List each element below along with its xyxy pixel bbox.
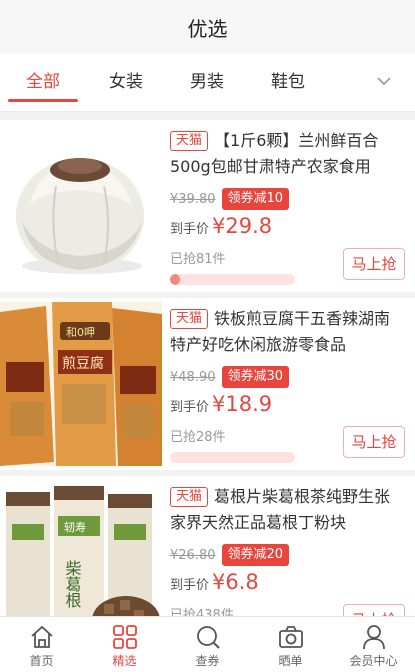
app-header: 优选 — [0, 0, 415, 54]
final-price-label: 到手价 — [170, 400, 210, 415]
sold-count: 已抢28件 — [170, 430, 226, 445]
sold-count: 已抢81件 — [170, 252, 226, 267]
product-image-kudzu-root[interactable]: 轫寿 柴葛根 — [0, 480, 162, 616]
product-card[interactable]: 轫寿 柴葛根 天猫 葛根片柴葛根茶纯野生张家界天然正品葛根丁粉块 ¥26.80 领… — [0, 476, 415, 616]
tab-women[interactable]: 女装 — [91, 54, 161, 112]
nav-featured[interactable]: 精选 — [83, 617, 166, 672]
nav-share-order[interactable]: 晒单 — [249, 617, 332, 672]
tab-shoes-bags[interactable]: 鞋包 — [253, 54, 323, 112]
sales-progress-bar — [170, 274, 295, 285]
nav-member-center[interactable]: 会员中心 — [332, 617, 415, 672]
product-list: 天猫 【1斤6颗】兰州鲜百合500g包邮甘肃特产农家食用 ¥39.80 领券减10… — [0, 120, 415, 616]
product-card[interactable]: 和0呷 煎豆腐 天猫 铁板煎豆腐干五香辣湖南特产好吃休闲旅游零食品 ¥48.90 … — [0, 298, 415, 470]
final-price: ¥29.8 — [212, 214, 273, 238]
nav-label: 查券 — [195, 654, 220, 668]
sold-count: 已抢438件 — [170, 608, 234, 616]
tmall-badge: 天猫 — [170, 131, 209, 151]
buy-now-button[interactable]: 马上抢 — [343, 248, 405, 280]
product-card[interactable]: 天猫 【1斤6颗】兰州鲜百合500g包邮甘肃特产农家食用 ¥39.80 领券减10… — [0, 120, 415, 292]
bottom-nav: 首页 精选 查券 晒单 会员中心 — [0, 616, 415, 672]
coupon-badge[interactable]: 领券减20 — [221, 544, 290, 566]
grid-icon — [112, 625, 137, 649]
nav-coupon-search[interactable]: 查券 — [166, 617, 249, 672]
product-title[interactable]: 天猫 铁板煎豆腐干五香辣湖南特产好吃休闲旅游零食品 — [170, 306, 405, 358]
coupon-badge[interactable]: 领券减10 — [221, 188, 290, 210]
coupon-badge[interactable]: 领券减30 — [221, 366, 290, 388]
product-image-fried-tofu[interactable]: 和0呷 煎豆腐 — [0, 302, 162, 466]
final-price-label: 到手价 — [170, 222, 210, 237]
category-tabs: 全部 女装 男装 鞋包 — [0, 54, 415, 112]
sales-progress-fill — [170, 274, 180, 285]
final-price: ¥6.8 — [212, 570, 259, 594]
kudzu-label-text: 柴葛根 — [63, 560, 82, 608]
page-title: 优选 — [187, 16, 228, 41]
kudzu-brand-text: 轫寿 — [64, 520, 86, 534]
nav-label: 首页 — [29, 654, 54, 668]
chevron-down-icon[interactable] — [377, 74, 391, 88]
original-price: ¥39.80 — [170, 191, 216, 207]
camera-icon — [278, 626, 303, 648]
original-price: ¥26.80 — [170, 547, 216, 563]
nav-home[interactable]: 首页 — [0, 617, 83, 672]
nav-label: 精选 — [112, 654, 137, 668]
final-price-label: 到手价 — [170, 578, 210, 593]
tofu-flavor-text: 煎豆腐 — [62, 355, 104, 372]
final-price: ¥18.9 — [212, 392, 273, 416]
tab-men[interactable]: 男装 — [172, 54, 242, 112]
search-icon — [196, 626, 220, 649]
nav-label: 晒单 — [278, 654, 303, 668]
original-price: ¥48.90 — [170, 369, 216, 385]
user-icon — [362, 625, 385, 650]
tmall-badge: 天猫 — [170, 487, 209, 507]
nav-label: 会员中心 — [349, 654, 398, 668]
tmall-badge: 天猫 — [170, 309, 209, 329]
home-icon — [30, 625, 53, 648]
tofu-brand-text: 和0呷 — [66, 326, 95, 339]
buy-now-button[interactable]: 马上抢 — [343, 604, 405, 616]
product-image-lily-bulb[interactable] — [0, 124, 162, 288]
tab-all[interactable]: 全部 — [8, 54, 78, 112]
sales-progress-bar — [170, 452, 295, 463]
product-title[interactable]: 天猫 葛根片柴葛根茶纯野生张家界天然正品葛根丁粉块 — [170, 484, 405, 536]
buy-now-button[interactable]: 马上抢 — [343, 426, 405, 458]
product-title[interactable]: 天猫 【1斤6颗】兰州鲜百合500g包邮甘肃特产农家食用 — [170, 128, 405, 180]
